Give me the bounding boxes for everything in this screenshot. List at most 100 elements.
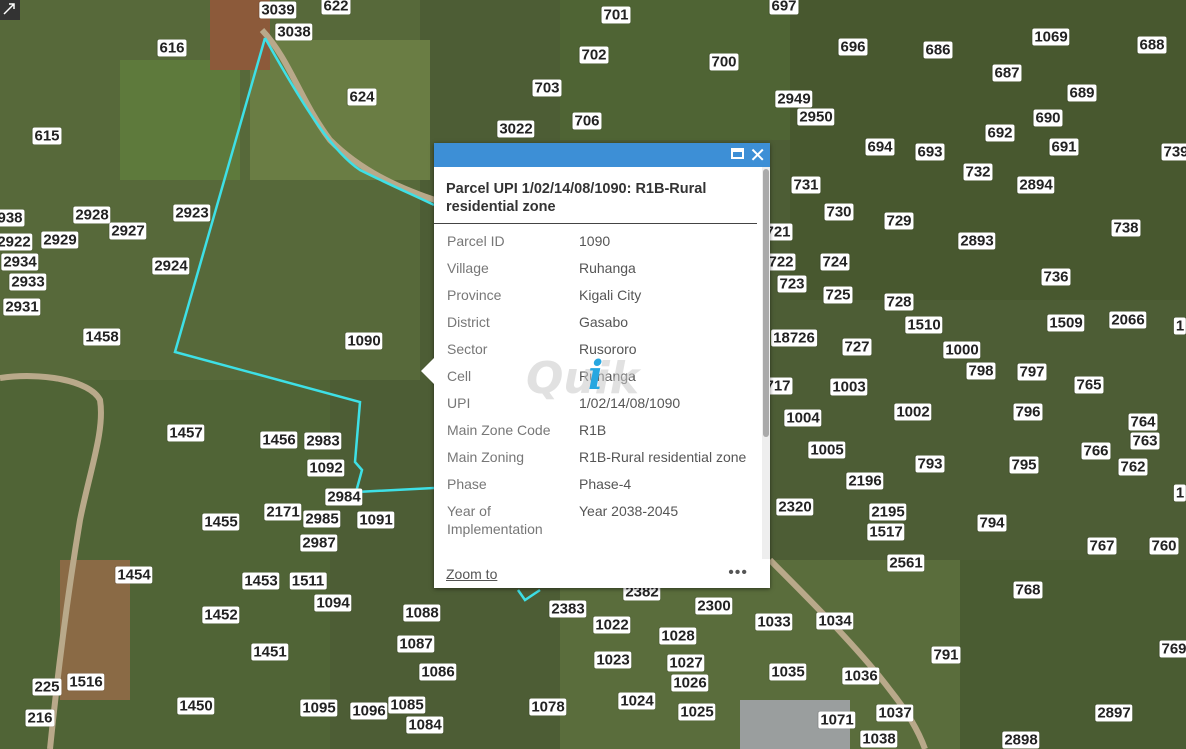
maximize-icon[interactable] (731, 148, 744, 159)
parcel-number-label: 1452 (202, 606, 240, 624)
attribute-row: Parcel ID 1090 (447, 232, 753, 259)
parcel-number-label: 1033 (755, 613, 793, 631)
attribute-row: Sector Rusororo (447, 340, 753, 367)
popup-content: Parcel UPI 1/02/14/08/1090: R1B-Rural re… (434, 167, 770, 560)
parcel-number-label: 729 (884, 212, 914, 230)
attribute-value: Ruhanga (579, 368, 636, 384)
parcel-number-label: 1085 (388, 696, 426, 714)
parcel-number-label: 1024 (618, 692, 656, 710)
attribute-value: Rusororo (579, 341, 637, 357)
parcel-number-label: 2934 (1, 253, 39, 271)
attribute-label: Main Zone Code (447, 422, 551, 438)
parcel-number-label: 693 (915, 143, 945, 161)
parcel-number-label: 687 (992, 64, 1022, 82)
popup-scrollbar[interactable] (763, 169, 769, 437)
parcel-number-label: 1 (1173, 484, 1186, 502)
parcel-number-label: 768 (1013, 581, 1043, 599)
parcel-number-label: 767 (1087, 537, 1117, 555)
parcel-number-label: 1087 (397, 635, 435, 653)
parcel-number-label: 798 (966, 362, 996, 380)
parcel-number-label: 732 (963, 163, 993, 181)
parcel-number-label: 1034 (816, 612, 854, 630)
parcel-number-label: 738 (1111, 219, 1141, 237)
attribute-row: Main Zone Code R1B (447, 421, 753, 448)
attribute-row: Province Kigali City (447, 286, 753, 313)
parcel-number-label: 1095 (300, 699, 338, 717)
zoom-to-link[interactable]: Zoom to (446, 566, 497, 582)
attribute-label: Province (447, 287, 502, 303)
parcel-number-label: 692 (985, 124, 1015, 142)
parcel-number-label: 701 (601, 6, 631, 24)
popup-titlebar: ✕ (434, 143, 770, 167)
parcel-number-label: 1454 (115, 566, 153, 584)
parcel-number-label: 1458 (83, 328, 121, 346)
parcel-number-label: 2929 (41, 231, 79, 249)
parcel-popup: ✕ Parcel UPI 1/02/14/08/1090: R1B-Rural … (421, 143, 770, 588)
parcel-number-label: 1069 (1032, 28, 1070, 46)
parcel-number-label: 2928 (73, 206, 111, 224)
parcel-number-label: 2924 (152, 257, 190, 275)
parcel-number-label: 1023 (594, 651, 632, 669)
parcel-number-label: 697 (769, 0, 799, 15)
parcel-number-label: 765 (1074, 376, 1104, 394)
parcel-number-label: 1456 (260, 431, 298, 449)
parcel-number-label: 691 (1049, 138, 1079, 156)
parcel-number-label: 1509 (1047, 314, 1085, 332)
parcel-number-label: 2931 (3, 298, 41, 316)
parcel-number-label: 1026 (671, 674, 709, 692)
attribute-value: Phase-4 (579, 476, 632, 492)
popup-footer: Zoom to ••• (434, 560, 770, 588)
parcel-number-label: 688 (1137, 36, 1167, 54)
attribute-value: 1/02/14/08/1090 (579, 395, 681, 411)
parcel-number-label: 1451 (251, 643, 289, 661)
parcel-number-label: 722 (766, 253, 796, 271)
attribute-value: Ruhanga (579, 260, 636, 276)
popup-pointer (421, 358, 434, 384)
parcel-number-label: 694 (865, 138, 895, 156)
parcel-number-label: 1 (1173, 317, 1186, 335)
parcel-number-label: 1025 (678, 703, 716, 721)
parcel-number-label: 1027 (667, 654, 705, 672)
attribute-label: District (447, 314, 490, 330)
parcel-number-label: 1003 (830, 378, 868, 396)
attribute-row: Year of Implementation Year 2038-2045 (447, 502, 753, 547)
corner-icon[interactable] (0, 0, 20, 20)
parcel-number-label: 2898 (1002, 731, 1040, 749)
attribute-label: Cell (447, 368, 472, 384)
close-icon[interactable]: ✕ (749, 144, 766, 166)
attribute-row: Main Zoning R1B-Rural residential zone (447, 448, 753, 475)
parcel-number-label: 703 (532, 79, 562, 97)
parcel-number-label: 1038 (860, 730, 898, 748)
parcel-number-label: 797 (1017, 363, 1047, 381)
parcel-number-label: 1022 (593, 616, 631, 634)
parcel-number-label: 2561 (887, 554, 925, 572)
parcel-number-label: 1091 (357, 511, 395, 529)
attribute-value: Gasabo (579, 314, 629, 330)
parcel-number-label: 2923 (173, 204, 211, 222)
parcel-number-label: 1028 (659, 627, 697, 645)
parcel-number-label: 739 (1161, 143, 1186, 161)
parcel-number-label: 2984 (325, 488, 363, 506)
more-actions-button[interactable]: ••• (728, 564, 748, 582)
parcel-number-label: 1037 (876, 704, 914, 722)
parcel-number-label: 795 (1009, 456, 1039, 474)
parcel-number-label: 2950 (797, 108, 835, 126)
parcel-number-label: 1002 (894, 403, 932, 421)
parcel-number-label: 762 (1118, 458, 1148, 476)
parcel-number-label: 1450 (177, 697, 215, 715)
parcel-number-label: 1453 (242, 572, 280, 590)
attribute-label: Parcel ID (447, 233, 505, 249)
parcel-number-label: 706 (572, 112, 602, 130)
parcel-number-label: 686 (923, 41, 953, 59)
attribute-value: Year 2038-2045 (579, 503, 679, 519)
parcel-number-label: 727 (842, 338, 872, 356)
attribute-row: UPI 1/02/14/08/1090 (447, 394, 753, 421)
parcel-number-label: 615 (32, 127, 62, 145)
attribute-value: R1B-Rural residential zone (579, 449, 747, 465)
parcel-number-label: 736 (1041, 268, 1071, 286)
parcel-number-label: 702 (579, 46, 609, 64)
parcel-number-label: 696 (838, 38, 868, 56)
parcel-number-label: 2171 (264, 503, 302, 521)
parcel-number-label: 728 (884, 293, 914, 311)
parcel-number-label: 2894 (1017, 176, 1055, 194)
